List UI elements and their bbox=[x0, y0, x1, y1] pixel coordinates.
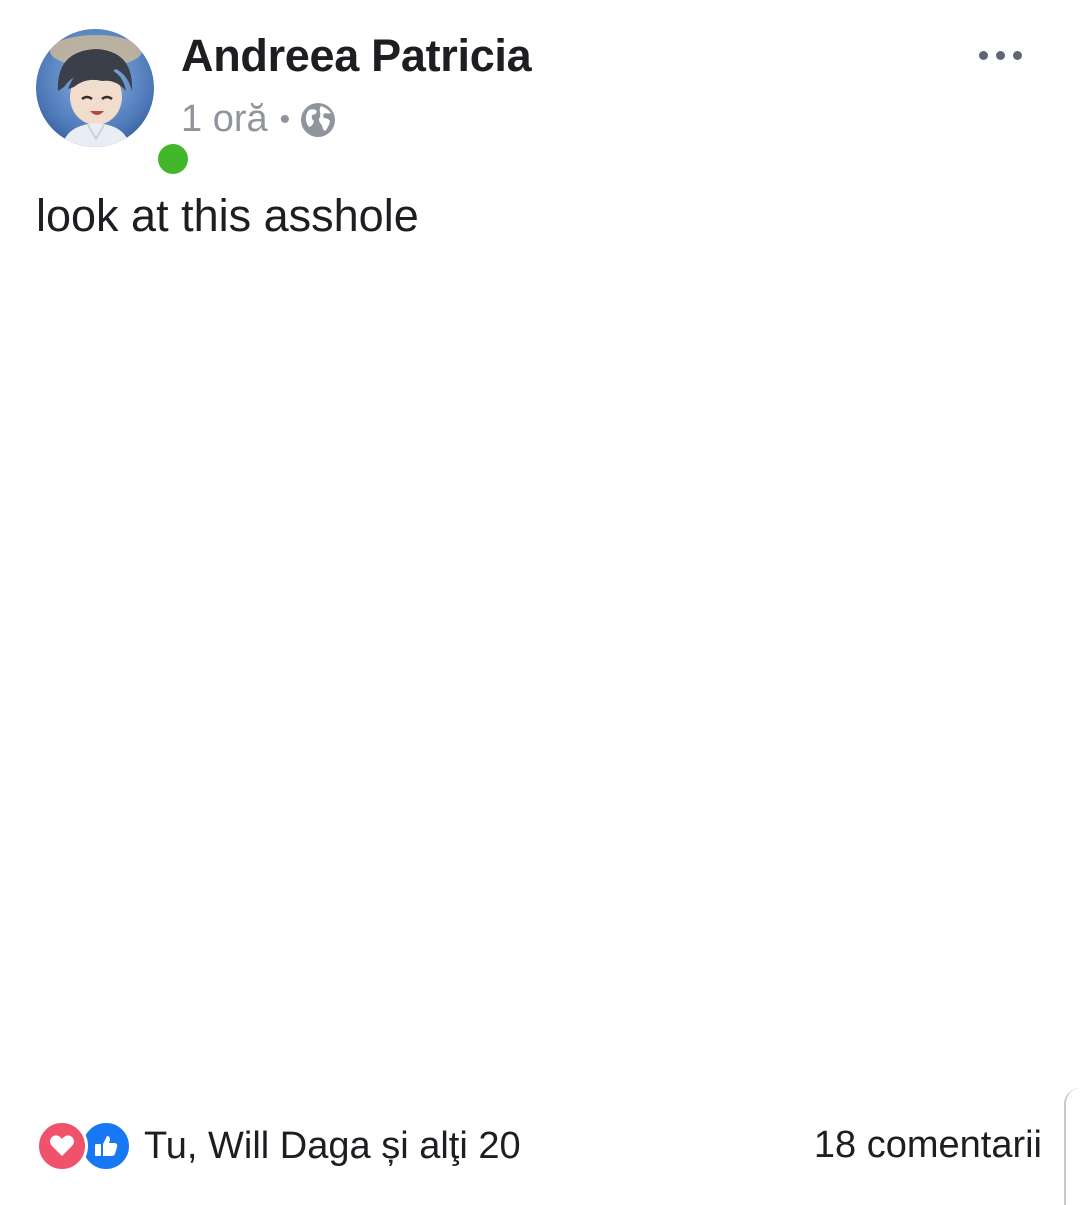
more-dot bbox=[1012, 50, 1022, 60]
online-status-indicator bbox=[152, 138, 194, 180]
reactions-text: Tu, Will Daga și alţi 20 bbox=[144, 1124, 521, 1167]
meta-separator: • bbox=[279, 102, 291, 136]
more-options-icon[interactable] bbox=[970, 40, 1030, 70]
profile-picture bbox=[36, 29, 154, 147]
scroll-edge bbox=[1064, 1088, 1080, 1205]
reactions-summary[interactable]: Tu, Will Daga și alţi 20 bbox=[36, 1120, 521, 1172]
post-card: Andreea Patricia 1 oră • look at this as… bbox=[0, 0, 1080, 1205]
heart-reaction-icon bbox=[36, 1120, 88, 1172]
avatar[interactable] bbox=[36, 29, 194, 180]
comments-count[interactable]: 18 comentarii bbox=[814, 1124, 1042, 1167]
more-dot bbox=[978, 50, 988, 60]
author-name[interactable]: Andreea Patricia bbox=[181, 30, 532, 82]
globe-icon bbox=[301, 102, 336, 137]
post-meta: 1 oră • bbox=[181, 98, 336, 141]
post-text: look at this asshole bbox=[36, 190, 419, 241]
more-dot bbox=[995, 50, 1005, 60]
post-time[interactable]: 1 oră bbox=[181, 98, 268, 141]
reaction-icons bbox=[36, 1120, 136, 1172]
